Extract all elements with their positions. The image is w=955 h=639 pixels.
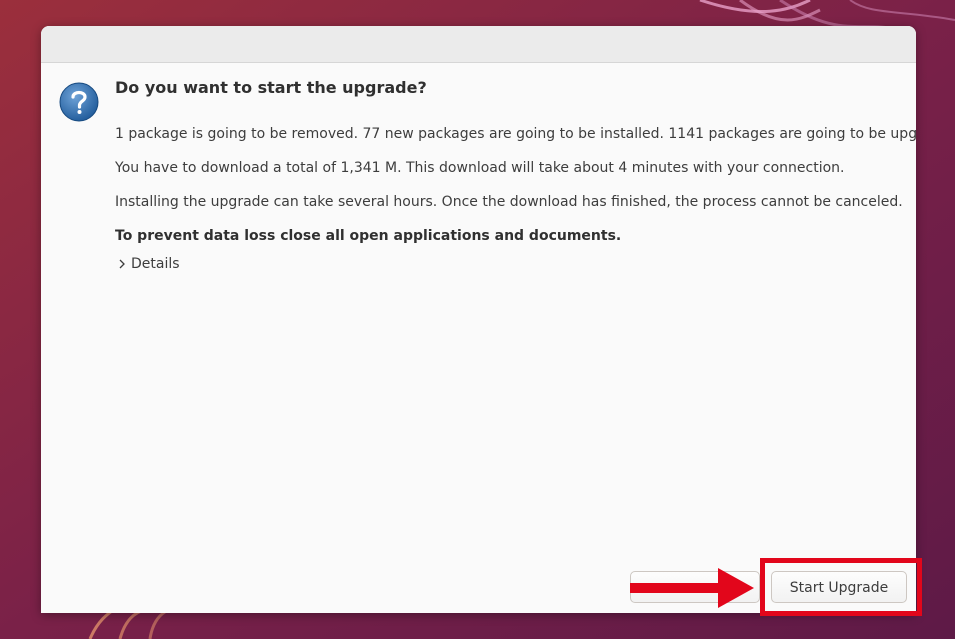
question-icon	[59, 82, 99, 122]
removal-summary-text: 1 package is going to be removed. 77 new…	[115, 126, 916, 142]
dialog-content: Do you want to start the upgrade? 1 pack…	[115, 74, 916, 272]
chevron-right-icon	[119, 259, 125, 269]
download-size-text: You have to download a total of 1,341 M.…	[115, 160, 845, 176]
arrow-right-icon	[630, 568, 754, 608]
data-loss-warning-text: To prevent data loss close all open appl…	[115, 228, 622, 244]
details-label: Details	[131, 256, 180, 272]
dialog-heading: Do you want to start the upgrade?	[115, 78, 427, 97]
annotation-highlight-box	[760, 558, 922, 616]
details-expander[interactable]: Details	[117, 256, 180, 272]
dialog-titlebar[interactable]	[41, 26, 916, 63]
upgrade-dialog: Do you want to start the upgrade? 1 pack…	[41, 26, 916, 613]
duration-warning-text: Installing the upgrade can take several …	[115, 194, 903, 210]
